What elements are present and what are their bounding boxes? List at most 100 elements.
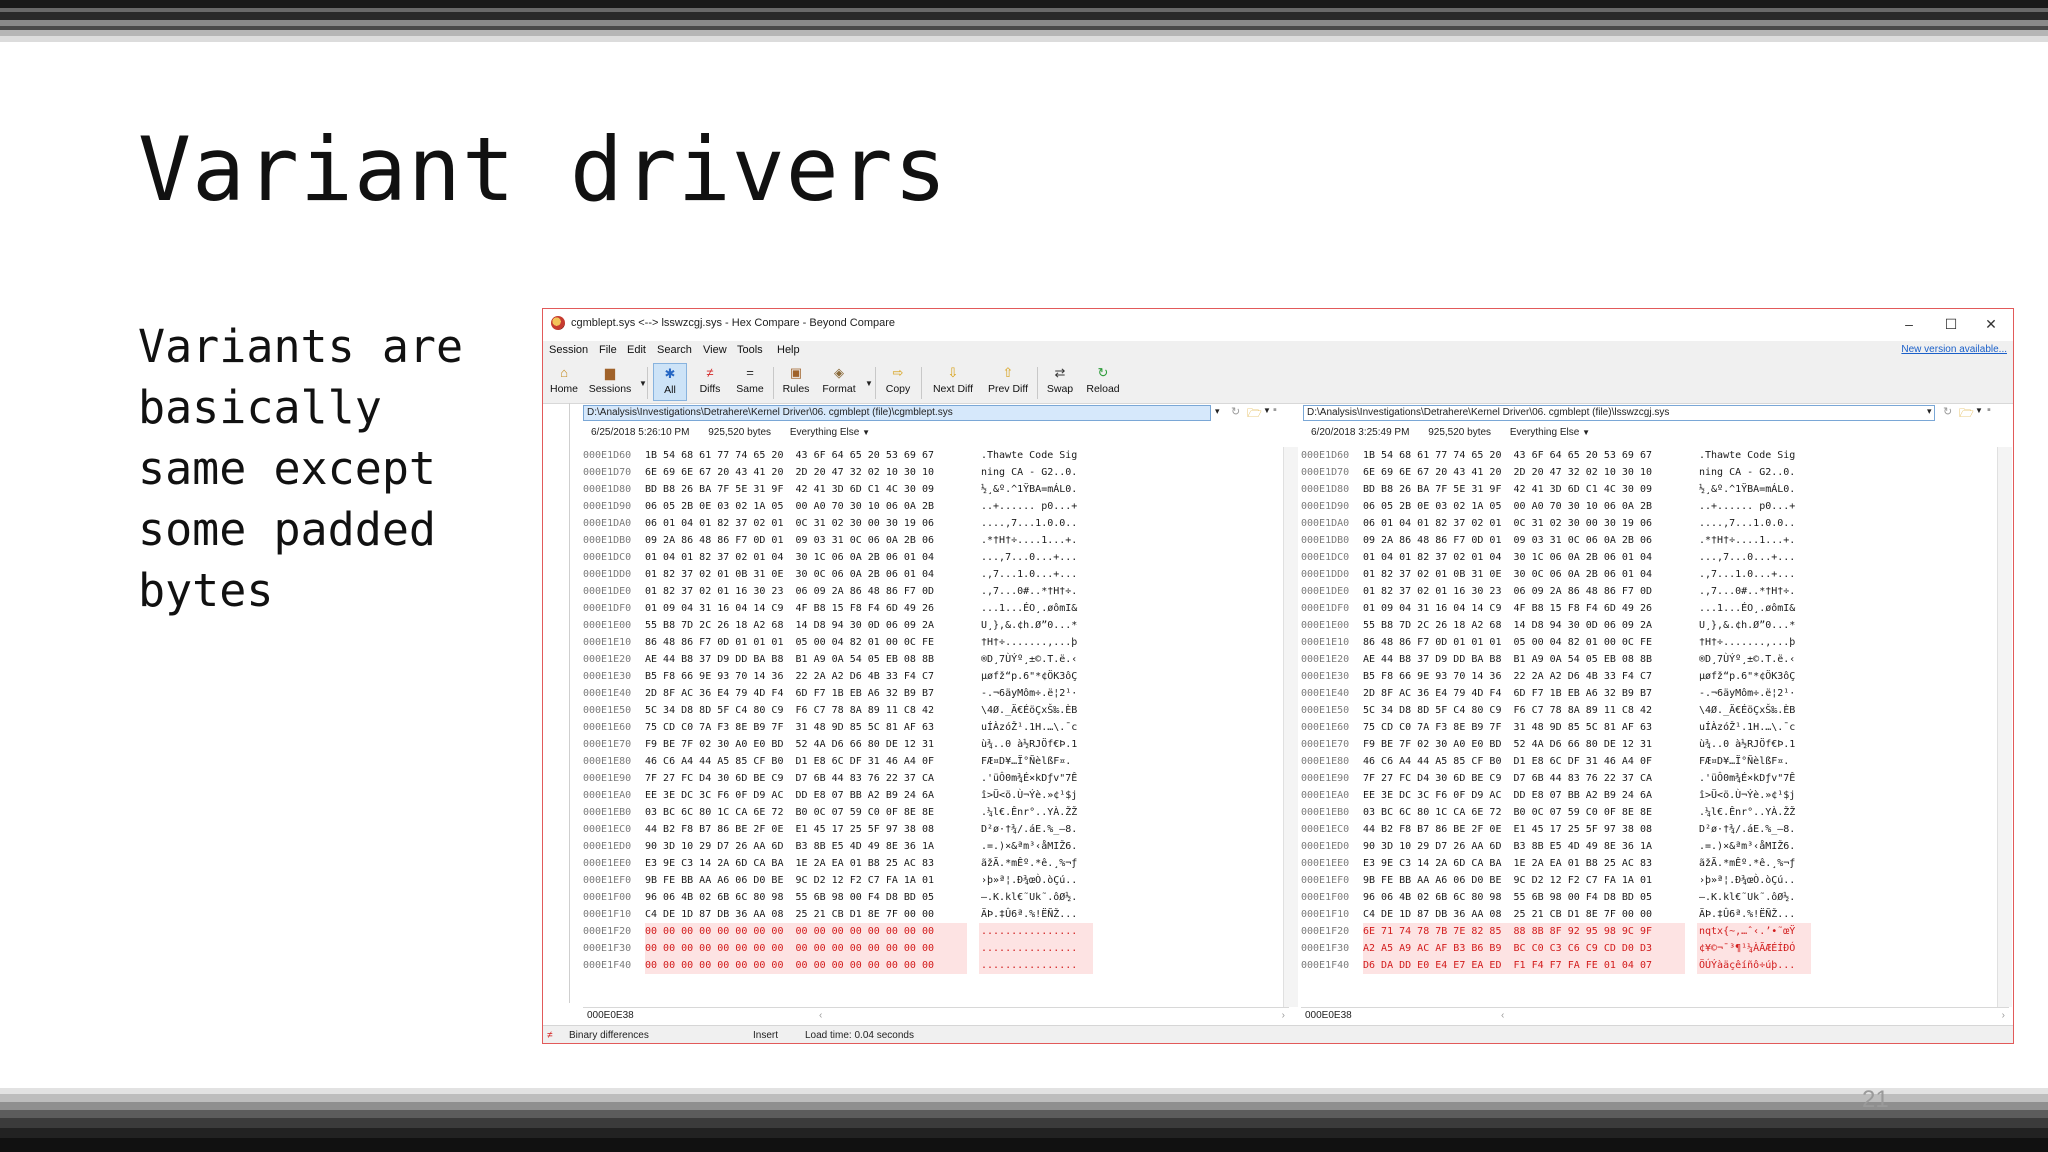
hex-row[interactable]: 000E1DD0 01 82 37 02 01 0B 31 0E 30 0C 06… <box>583 566 1103 583</box>
filter-all-button[interactable]: ✱ All <box>653 363 687 401</box>
hex-row[interactable]: 000E1EE0 E3 9E C3 14 2A 6D CA BA 1E 2A EA… <box>1301 855 1821 872</box>
filter-diffs-button[interactable]: ≠ Diffs <box>693 363 727 401</box>
hex-row[interactable]: 000E1EF0 9B FE BB AA A6 06 D0 BE 9C D2 12… <box>583 872 1103 889</box>
left-refresh-icon[interactable]: ↻ <box>1231 405 1240 418</box>
filter-same-button[interactable]: = Same <box>733 363 767 401</box>
right-refresh-icon[interactable]: ↻ <box>1943 405 1952 418</box>
menu-view[interactable]: View <box>703 344 727 356</box>
hex-row[interactable]: 000E1D80 BD B8 26 BA 7F 5E 31 9F 42 41 3D… <box>583 481 1103 498</box>
hex-row[interactable]: 000E1D60 1B 54 68 61 77 74 65 20 43 6F 64… <box>1301 447 1821 464</box>
maximize-button[interactable]: ☐ <box>1931 313 1971 335</box>
hex-row[interactable]: 000E1DF0 01 09 04 31 16 04 14 C9 4F B8 15… <box>1301 600 1821 617</box>
hex-row[interactable]: 000E1D80 BD B8 26 BA 7F 5E 31 9F 42 41 3D… <box>1301 481 1821 498</box>
right-save-icon[interactable]: ▪ <box>1987 404 1991 416</box>
prev-diff-button[interactable]: ⇧ Prev Diff <box>983 363 1033 401</box>
minimize-button[interactable]: – <box>1889 313 1929 335</box>
menu-file[interactable]: File <box>599 344 617 356</box>
hex-row[interactable]: 000E1D60 1B 54 68 61 77 74 65 20 43 6F 64… <box>583 447 1103 464</box>
hex-row[interactable]: 000E1DC0 01 04 01 82 37 02 01 04 30 1C 06… <box>583 549 1103 566</box>
hex-row[interactable]: 000E1EC0 44 B2 F8 B7 86 BE 2F 0E E1 45 17… <box>1301 821 1821 838</box>
left-open-folder-icon[interactable]: 🗁 <box>1247 404 1262 425</box>
hex-row[interactable]: 000E1E20 AE 44 B8 37 D9 DD BA B8 B1 A9 0A… <box>583 651 1103 668</box>
hex-row[interactable]: 000E1E10 86 48 86 F7 0D 01 01 01 05 00 04… <box>1301 634 1821 651</box>
hex-row[interactable]: 000E1E60 75 CD C0 7A F3 8E B9 7F 31 48 9D… <box>583 719 1103 736</box>
menu-search[interactable]: Search <box>657 344 692 356</box>
swap-button[interactable]: ⇄ Swap <box>1043 363 1077 401</box>
hex-row[interactable]: 000E1EF0 9B FE BB AA A6 06 D0 BE 9C D2 12… <box>1301 872 1821 889</box>
right-path-dropdown-icon[interactable]: ▾ <box>1927 406 1932 417</box>
hex-diff-row[interactable]: 000E1F30 A2 A5 A9 AC AF B3 B6 B9 BC C0 C3… <box>1301 940 1821 957</box>
hex-row[interactable]: 000E1DB0 09 2A 86 48 86 F7 0D 01 09 03 31… <box>1301 532 1821 549</box>
hex-row[interactable]: 000E1E50 5C 34 D8 8D 5F C4 80 C9 F6 C7 78… <box>583 702 1103 719</box>
hex-row[interactable]: 000E1E90 7F 27 FC D4 30 6D BE C9 D7 6B 44… <box>1301 770 1821 787</box>
hex-row[interactable]: 000E1E40 2D 8F AC 36 E4 79 4D F4 6D F7 1B… <box>1301 685 1821 702</box>
hex-row[interactable]: 000E1E70 F9 BE 7F 02 30 A0 E0 BD 52 4A D6… <box>583 736 1103 753</box>
hex-row[interactable]: 000E1ED0 90 3D 10 29 D7 26 AA 6D B3 8B E5… <box>1301 838 1821 855</box>
hex-row[interactable]: 000E1DA0 06 01 04 01 82 37 02 01 0C 31 02… <box>1301 515 1821 532</box>
hex-row[interactable]: 000E1F00 96 06 4B 02 6B 6C 80 98 55 6B 98… <box>1301 889 1821 906</box>
right-path-input[interactable]: D:\Analysis\Investigations\Detrahere\Ker… <box>1303 405 1935 421</box>
menu-help[interactable]: Help <box>777 344 800 356</box>
hex-row[interactable]: 000E1E80 46 C6 A4 44 A5 85 CF B0 D1 E8 6C… <box>583 753 1103 770</box>
left-path-input[interactable]: D:\Analysis\Investigations\Detrahere\Ker… <box>583 405 1211 421</box>
hex-row[interactable]: 000E1DD0 01 82 37 02 01 0B 31 0E 30 0C 06… <box>1301 566 1821 583</box>
rules-button[interactable]: ▣ Rules <box>779 363 813 401</box>
hex-diff-row[interactable]: 000E1F20 6E 71 74 78 7B 7E 82 85 88 8B 8F… <box>1301 923 1821 940</box>
hex-diff-row[interactable]: 000E1F20 00 00 00 00 00 00 00 00 00 00 00… <box>583 923 1103 940</box>
right-hex-pane[interactable]: 000E1D60 1B 54 68 61 77 74 65 20 43 6F 64… <box>1301 447 1821 1007</box>
left-path-dropdown-icon[interactable]: ▾ <box>1215 406 1220 417</box>
hex-row[interactable]: 000E1EC0 44 B2 F8 B7 86 BE 2F 0E E1 45 17… <box>583 821 1103 838</box>
left-folder-dropdown-icon[interactable]: ▼ <box>1263 406 1271 415</box>
hex-row[interactable]: 000E1D70 6E 69 6E 67 20 43 41 20 2D 20 47… <box>583 464 1103 481</box>
reload-button[interactable]: ↻ Reload <box>1083 363 1123 401</box>
hex-diff-row[interactable]: 000E1F40 D6 DA DD E0 E4 E7 EA ED F1 F4 F7… <box>1301 957 1821 974</box>
hex-row[interactable]: 000E1EA0 EE 3E DC 3C F6 0F D9 AC DD E8 07… <box>1301 787 1821 804</box>
menu-tools[interactable]: Tools <box>737 344 763 356</box>
hex-row[interactable]: 000E1E40 2D 8F AC 36 E4 79 4D F4 6D F7 1B… <box>583 685 1103 702</box>
hex-row[interactable]: 000E1E20 AE 44 B8 37 D9 DD BA B8 B1 A9 0A… <box>1301 651 1821 668</box>
sessions-button[interactable]: ▆ Sessions <box>585 363 635 401</box>
right-vertical-scrollbar[interactable] <box>1997 447 2012 1007</box>
hex-row[interactable]: 000E1D90 06 05 2B 0E 03 02 1A 05 00 A0 70… <box>1301 498 1821 515</box>
right-filter-select[interactable]: Everything Else ▼ <box>1510 427 1590 438</box>
right-folder-dropdown-icon[interactable]: ▼ <box>1975 406 1983 415</box>
home-button[interactable]: ⌂ Home <box>547 363 581 401</box>
right-open-folder-icon[interactable]: 🗁 <box>1959 404 1974 425</box>
hex-row[interactable]: 000E1DA0 06 01 04 01 82 37 02 01 0C 31 02… <box>583 515 1103 532</box>
hex-row[interactable]: 000E1F10 C4 DE 1D 87 DB 36 AA 08 25 21 CB… <box>1301 906 1821 923</box>
hex-row[interactable]: 000E1E90 7F 27 FC D4 30 6D BE C9 D7 6B 44… <box>583 770 1103 787</box>
format-dropdown-arrow-icon[interactable]: ▼ <box>865 379 873 388</box>
hex-row[interactable]: 000E1E00 55 B8 7D 2C 26 18 A2 68 14 D8 94… <box>1301 617 1821 634</box>
hex-row[interactable]: 000E1EB0 03 BC 6C 80 1C CA 6E 72 B0 0C 07… <box>583 804 1103 821</box>
menu-session[interactable]: Session <box>549 344 588 356</box>
hex-row[interactable]: 000E1DB0 09 2A 86 48 86 F7 0D 01 09 03 31… <box>583 532 1103 549</box>
hex-row[interactable]: 000E1E50 5C 34 D8 8D 5F C4 80 C9 F6 C7 78… <box>1301 702 1821 719</box>
hex-row[interactable]: 000E1DE0 01 82 37 02 01 16 30 23 06 09 2A… <box>1301 583 1821 600</box>
left-filter-select[interactable]: Everything Else ▼ <box>790 427 870 438</box>
hex-row[interactable]: 000E1E70 F9 BE 7F 02 30 A0 E0 BD 52 4A D6… <box>1301 736 1821 753</box>
left-hscroll-right-icon[interactable]: › <box>1282 1008 1285 1024</box>
hex-row[interactable]: 000E1E80 46 C6 A4 44 A5 85 CF B0 D1 E8 6C… <box>1301 753 1821 770</box>
hex-row[interactable]: 000E1ED0 90 3D 10 29 D7 26 AA 6D B3 8B E5… <box>583 838 1103 855</box>
copy-button[interactable]: ⇨ Copy <box>881 363 915 401</box>
left-vertical-scrollbar[interactable] <box>1283 447 1298 1007</box>
hex-row[interactable]: 000E1EA0 EE 3E DC 3C F6 0F D9 AC DD E8 07… <box>583 787 1103 804</box>
left-hex-pane[interactable]: 000E1D60 1B 54 68 61 77 74 65 20 43 6F 64… <box>583 447 1103 1007</box>
hex-row[interactable]: 000E1D90 06 05 2B 0E 03 02 1A 05 00 A0 70… <box>583 498 1103 515</box>
hex-row[interactable]: 000E1F10 C4 DE 1D 87 DB 36 AA 08 25 21 CB… <box>583 906 1103 923</box>
next-diff-button[interactable]: ⇩ Next Diff <box>927 363 979 401</box>
hex-row[interactable]: 000E1E30 B5 F8 66 9E 93 70 14 36 22 2A A2… <box>1301 668 1821 685</box>
hex-row[interactable]: 000E1DC0 01 04 01 82 37 02 01 04 30 1C 06… <box>1301 549 1821 566</box>
new-version-link[interactable]: New version available... <box>1901 344 2007 355</box>
sessions-dropdown-arrow-icon[interactable]: ▼ <box>639 379 647 388</box>
hex-row[interactable]: 000E1F00 96 06 4B 02 6B 6C 80 98 55 6B 98… <box>583 889 1103 906</box>
left-save-icon[interactable]: ▪ <box>1273 404 1277 416</box>
right-hscroll-left-icon[interactable]: ‹ <box>1501 1008 1504 1024</box>
format-button[interactable]: ◈ Format <box>817 363 861 401</box>
left-hscroll-left-icon[interactable]: ‹ <box>819 1008 822 1024</box>
menu-edit[interactable]: Edit <box>627 344 646 356</box>
right-hscroll-right-icon[interactable]: › <box>2002 1008 2005 1024</box>
close-button[interactable]: ✕ <box>1971 313 2011 335</box>
hex-row[interactable]: 000E1EB0 03 BC 6C 80 1C CA 6E 72 B0 0C 07… <box>1301 804 1821 821</box>
hex-row[interactable]: 000E1E30 B5 F8 66 9E 93 70 14 36 22 2A A2… <box>583 668 1103 685</box>
